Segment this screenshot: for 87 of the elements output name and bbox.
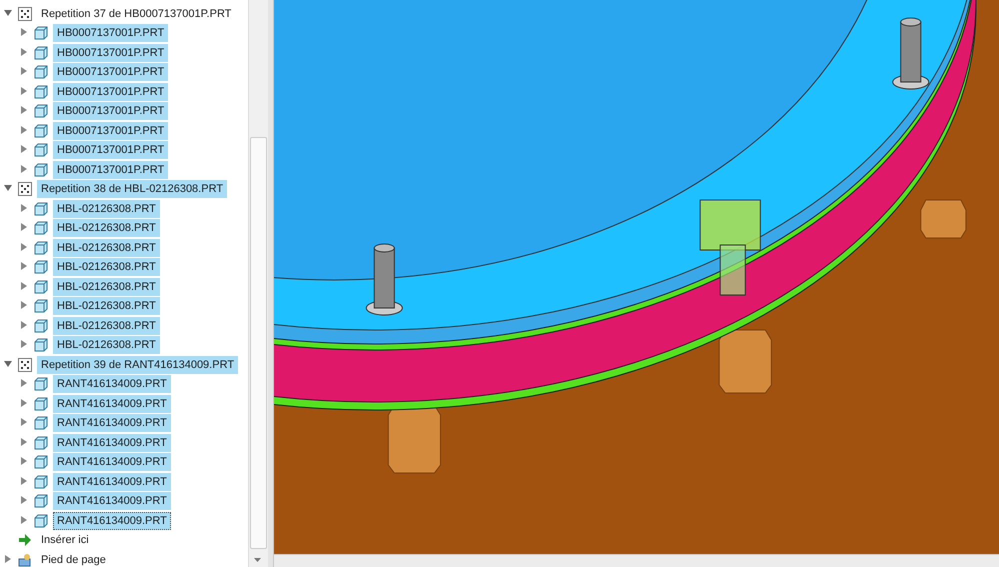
- part-cube-icon: [34, 436, 48, 450]
- tree-item[interactable]: Pied de page: [37, 550, 110, 567]
- expand-arrow-icon[interactable]: [20, 340, 28, 348]
- expand-arrow-icon[interactable]: [20, 86, 28, 95]
- tree-item[interactable]: Repetition 37 de HB0007137001P.PRT: [37, 4, 236, 23]
- expand-arrow-icon[interactable]: [4, 554, 12, 563]
- part-cube-icon: [34, 474, 48, 489]
- insert-arrow-icon: [18, 533, 32, 548]
- expand-arrow-icon[interactable]: [20, 28, 28, 36]
- tree-item[interactable]: Insérer ici: [37, 531, 93, 550]
- tree-item[interactable]: HBL-02126308.PRT: [53, 316, 160, 335]
- part-cube-icon: [34, 514, 48, 528]
- tree-item[interactable]: HB0007137001P.PRT: [53, 122, 168, 140]
- expand-arrow-icon[interactable]: [20, 320, 28, 329]
- pattern-icon: [18, 6, 32, 21]
- part-cube-icon: [34, 26, 48, 40]
- tree-item[interactable]: HB0007137001P.PRT: [53, 160, 168, 179]
- expand-arrow-icon[interactable]: [20, 67, 28, 76]
- part-cube-icon: [34, 202, 48, 216]
- tree-item[interactable]: HBL-02126308.PRT: [53, 278, 160, 296]
- expand-arrow-icon[interactable]: [20, 145, 28, 154]
- tree-item[interactable]: HB0007137001P.PRT: [53, 102, 168, 120]
- expand-arrow-icon[interactable]: [20, 204, 28, 212]
- tree-item[interactable]: RANT416134009.PRT: [53, 472, 171, 491]
- scrollbar[interactable]: [248, 0, 268, 567]
- expand-arrow-icon[interactable]: [20, 223, 28, 232]
- tree-item[interactable]: HB0007137001P.PRT: [53, 63, 168, 82]
- part-cube-icon: [34, 318, 48, 333]
- part-cube-icon: [34, 46, 48, 60]
- pattern-icon: [18, 182, 32, 196]
- expand-arrow-icon[interactable]: [20, 126, 28, 134]
- tree-item[interactable]: HBL-02126308.PRT: [53, 238, 160, 257]
- expand-arrow-icon[interactable]: [20, 282, 28, 290]
- expand-arrow-icon[interactable]: [20, 457, 28, 466]
- tree-item[interactable]: RANT416134009.PRT: [53, 414, 171, 432]
- expand-arrow-icon[interactable]: [20, 262, 28, 270]
- tree-item[interactable]: RANT416134009.PRT: [53, 375, 171, 394]
- part-cube-icon: [34, 65, 48, 80]
- tree-item[interactable]: RANT416134009.PRT: [53, 394, 171, 413]
- part-cube-icon: [34, 84, 48, 99]
- expand-arrow-icon[interactable]: [20, 48, 28, 56]
- part-cube-icon: [34, 124, 48, 138]
- part-cube-icon: [34, 377, 48, 392]
- tree-item[interactable]: HB0007137001P.PRT: [53, 141, 168, 160]
- tree-item[interactable]: RANT416134009.PRT: [53, 434, 171, 452]
- tree-item[interactable]: Repetition 38 de HBL-02126308.PRT: [37, 180, 228, 198]
- part-cube-icon: [34, 221, 48, 236]
- part-cube-icon: [34, 455, 48, 470]
- collapse-arrow-icon[interactable]: [4, 360, 12, 368]
- expand-arrow-icon[interactable]: [20, 106, 28, 114]
- expand-arrow-icon[interactable]: [20, 418, 28, 426]
- collapse-arrow-icon[interactable]: [4, 8, 12, 17]
- part-cube-icon: [34, 416, 48, 430]
- expand-arrow-icon[interactable]: [20, 398, 28, 407]
- tree-item[interactable]: RANT416134009.PRT: [53, 492, 171, 510]
- tree-item[interactable]: HBL-02126308.PRT: [53, 336, 160, 354]
- pattern-icon: [18, 358, 32, 372]
- collapse-arrow-icon[interactable]: [4, 184, 12, 192]
- tree-item[interactable]: RANT416134009.PRT: [53, 512, 171, 530]
- tree-item[interactable]: Repetition 39 de RANT416134009.PRT: [37, 356, 238, 374]
- part-cube-icon: [34, 260, 48, 274]
- expand-arrow-icon[interactable]: [20, 301, 28, 310]
- tree-item[interactable]: HBL-02126308.PRT: [53, 297, 160, 316]
- part-cube-icon: [34, 104, 48, 118]
- expand-arrow-icon[interactable]: [20, 379, 28, 388]
- tree-item[interactable]: HBL-02126308.PRT: [53, 200, 160, 218]
- part-cube-icon: [34, 494, 48, 508]
- tree-item[interactable]: HBL-02126308.PRT: [53, 219, 160, 238]
- tree-item[interactable]: HB0007137001P.PRT: [53, 44, 168, 62]
- tree-item[interactable]: HB0007137001P.PRT: [53, 24, 168, 42]
- tree-item[interactable]: HB0007137001P.PRT: [53, 82, 168, 101]
- tree-item[interactable]: HBL-02126308.PRT: [53, 258, 160, 276]
- tree-item[interactable]: RANT416134009.PRT: [53, 453, 171, 472]
- part-cube-icon: [34, 162, 48, 177]
- footer-icon: [18, 552, 32, 567]
- expand-arrow-icon[interactable]: [20, 164, 28, 173]
- part-cube-icon: [34, 280, 48, 294]
- part-cube-icon: [34, 143, 48, 158]
- expand-arrow-icon[interactable]: [20, 438, 28, 446]
- expand-arrow-icon[interactable]: [20, 242, 28, 251]
- part-cube-icon: [34, 396, 48, 411]
- expand-arrow-icon[interactable]: [20, 476, 28, 485]
- part-cube-icon: [34, 338, 48, 352]
- part-cube-icon: [34, 299, 48, 314]
- part-cube-icon: [34, 240, 48, 255]
- expand-arrow-icon[interactable]: [20, 516, 28, 524]
- expand-arrow-icon[interactable]: [20, 496, 28, 504]
